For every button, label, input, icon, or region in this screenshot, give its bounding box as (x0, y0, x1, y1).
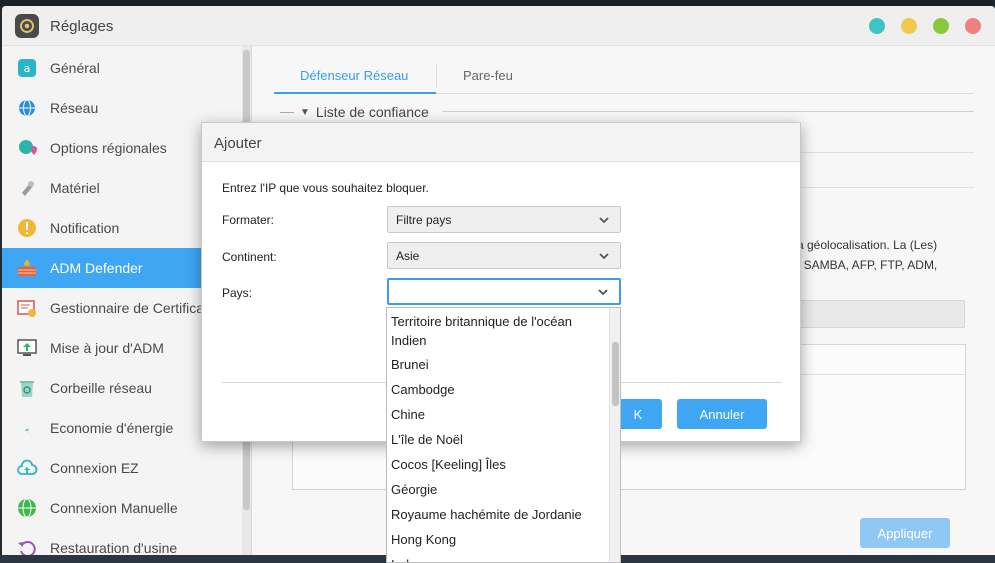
cloud-icon (16, 457, 38, 479)
sidebar-item-label: Connexion Manuelle (50, 500, 178, 516)
minimize-dot-button[interactable] (901, 18, 917, 34)
dropdown-option[interactable]: Cambodge (391, 380, 601, 399)
tab-bar: Défenseur Réseau Pare-feu (274, 54, 974, 94)
general-icon: a (16, 57, 38, 79)
titlebar: Réglages (2, 6, 995, 46)
chevron-down-icon: ▼ (300, 106, 310, 118)
sidebar-item-label: Restauration d'usine (50, 540, 178, 555)
sidebar-item-ez-connect[interactable]: Connexion EZ (2, 448, 242, 488)
svg-text:a: a (24, 62, 31, 75)
format-select[interactable]: Filtre pays (387, 206, 621, 233)
dialog-header: Ajouter (202, 123, 800, 162)
sidebar-item-label: ADM Defender (50, 260, 143, 276)
background-description-text: : SAMBA, AFP, FTP, ADM, (797, 258, 938, 272)
globe-icon (16, 97, 38, 119)
sidebar-item-label: Réseau (50, 100, 99, 116)
restore-icon (16, 537, 38, 555)
format-select-value: Filtre pays (396, 212, 452, 227)
dropdown-option[interactable]: Cocos [Keeling] Îles (391, 455, 601, 474)
tab-network-defender[interactable]: Défenseur Réseau (300, 68, 408, 83)
dropdown-option[interactable]: Hong Kong (391, 530, 601, 549)
continent-select[interactable]: Asie (387, 242, 621, 269)
section-title: Liste de confiance (315, 104, 429, 120)
section-dash (280, 111, 294, 113)
chevron-down-icon (598, 289, 608, 296)
update-icon (16, 337, 38, 359)
window-title: Réglages (50, 18, 114, 35)
dropdown-option[interactable]: Brunei (391, 355, 601, 374)
sidebar-item-label: Matériel (50, 180, 100, 196)
recycle-icon (16, 377, 38, 399)
dropdown-option[interactable]: Royaume hachémite de Jordanie (391, 505, 601, 524)
window-controls (869, 18, 981, 34)
sidebar-item-label: Notification (50, 220, 120, 236)
apply-button[interactable]: Appliquer (860, 518, 950, 548)
country-dropdown-list: Territoire britannique de l'océan Indien… (386, 307, 621, 563)
section-divider (442, 111, 974, 112)
region-icon (16, 137, 38, 159)
continent-label: Continent: (222, 250, 277, 264)
dropdown-option[interactable]: Inde (391, 555, 601, 562)
active-tab-indicator (274, 92, 436, 94)
sidebar-item-label: Economie d'énergie (50, 420, 174, 436)
energy-icon (16, 417, 38, 439)
sidebar-item-factory-restore[interactable]: Restauration d'usine (2, 528, 242, 555)
maximize-dot-button[interactable] (933, 18, 949, 34)
hardware-icon (16, 177, 38, 199)
close-dot-button[interactable] (965, 18, 981, 34)
dropdown-scrollbar[interactable] (609, 308, 620, 562)
continent-select-value: Asie (396, 248, 420, 263)
dialog-description: Entrez l'IP que vous souhaitez bloquer. (222, 181, 429, 195)
sidebar-item-label: Général (50, 60, 100, 76)
trusted-list-section-toggle[interactable]: ▼ Liste de confiance (280, 104, 429, 120)
sidebar-item-label: Options régionales (50, 140, 167, 156)
ok-button-label: K (633, 406, 643, 422)
country-select[interactable] (387, 278, 621, 305)
chevron-down-icon (599, 253, 609, 260)
chevron-down-icon (599, 217, 609, 224)
dialog-title: Ajouter (214, 135, 262, 152)
certificate-icon (16, 297, 38, 319)
firewall-icon (16, 257, 38, 279)
sidebar-item-general[interactable]: a Général (2, 48, 242, 88)
sidebar-item-label: Corbeille réseau (50, 380, 152, 396)
dropdown-scroll-thumb[interactable] (612, 342, 619, 406)
tab-separator (436, 64, 437, 88)
settings-app-icon (15, 14, 39, 38)
tab-firewall[interactable]: Pare-feu (463, 68, 513, 83)
dropdown-option[interactable]: Territoire britannique de l'océan Indien (391, 312, 601, 350)
help-dot-button[interactable] (869, 18, 885, 34)
country-label: Pays: (222, 286, 253, 300)
format-label: Formater: (222, 213, 275, 227)
sidebar-item-label: Gestionnaire de Certificat (50, 300, 208, 316)
cancel-button[interactable]: Annuler (677, 399, 767, 429)
manual-connect-icon (16, 497, 38, 519)
sidebar-item-label: Mise à jour d'ADM (50, 340, 164, 356)
sidebar-item-label: Connexion EZ (50, 460, 139, 476)
notification-icon (16, 217, 38, 239)
sidebar-item-manual-connect[interactable]: Connexion Manuelle (2, 488, 242, 528)
dropdown-option[interactable]: Chine (391, 405, 601, 424)
background-description-text: a géolocalisation. La (Les) (797, 238, 938, 252)
dropdown-option[interactable]: L'île de Noël (391, 430, 601, 449)
dropdown-option[interactable]: Géorgie (391, 480, 601, 499)
